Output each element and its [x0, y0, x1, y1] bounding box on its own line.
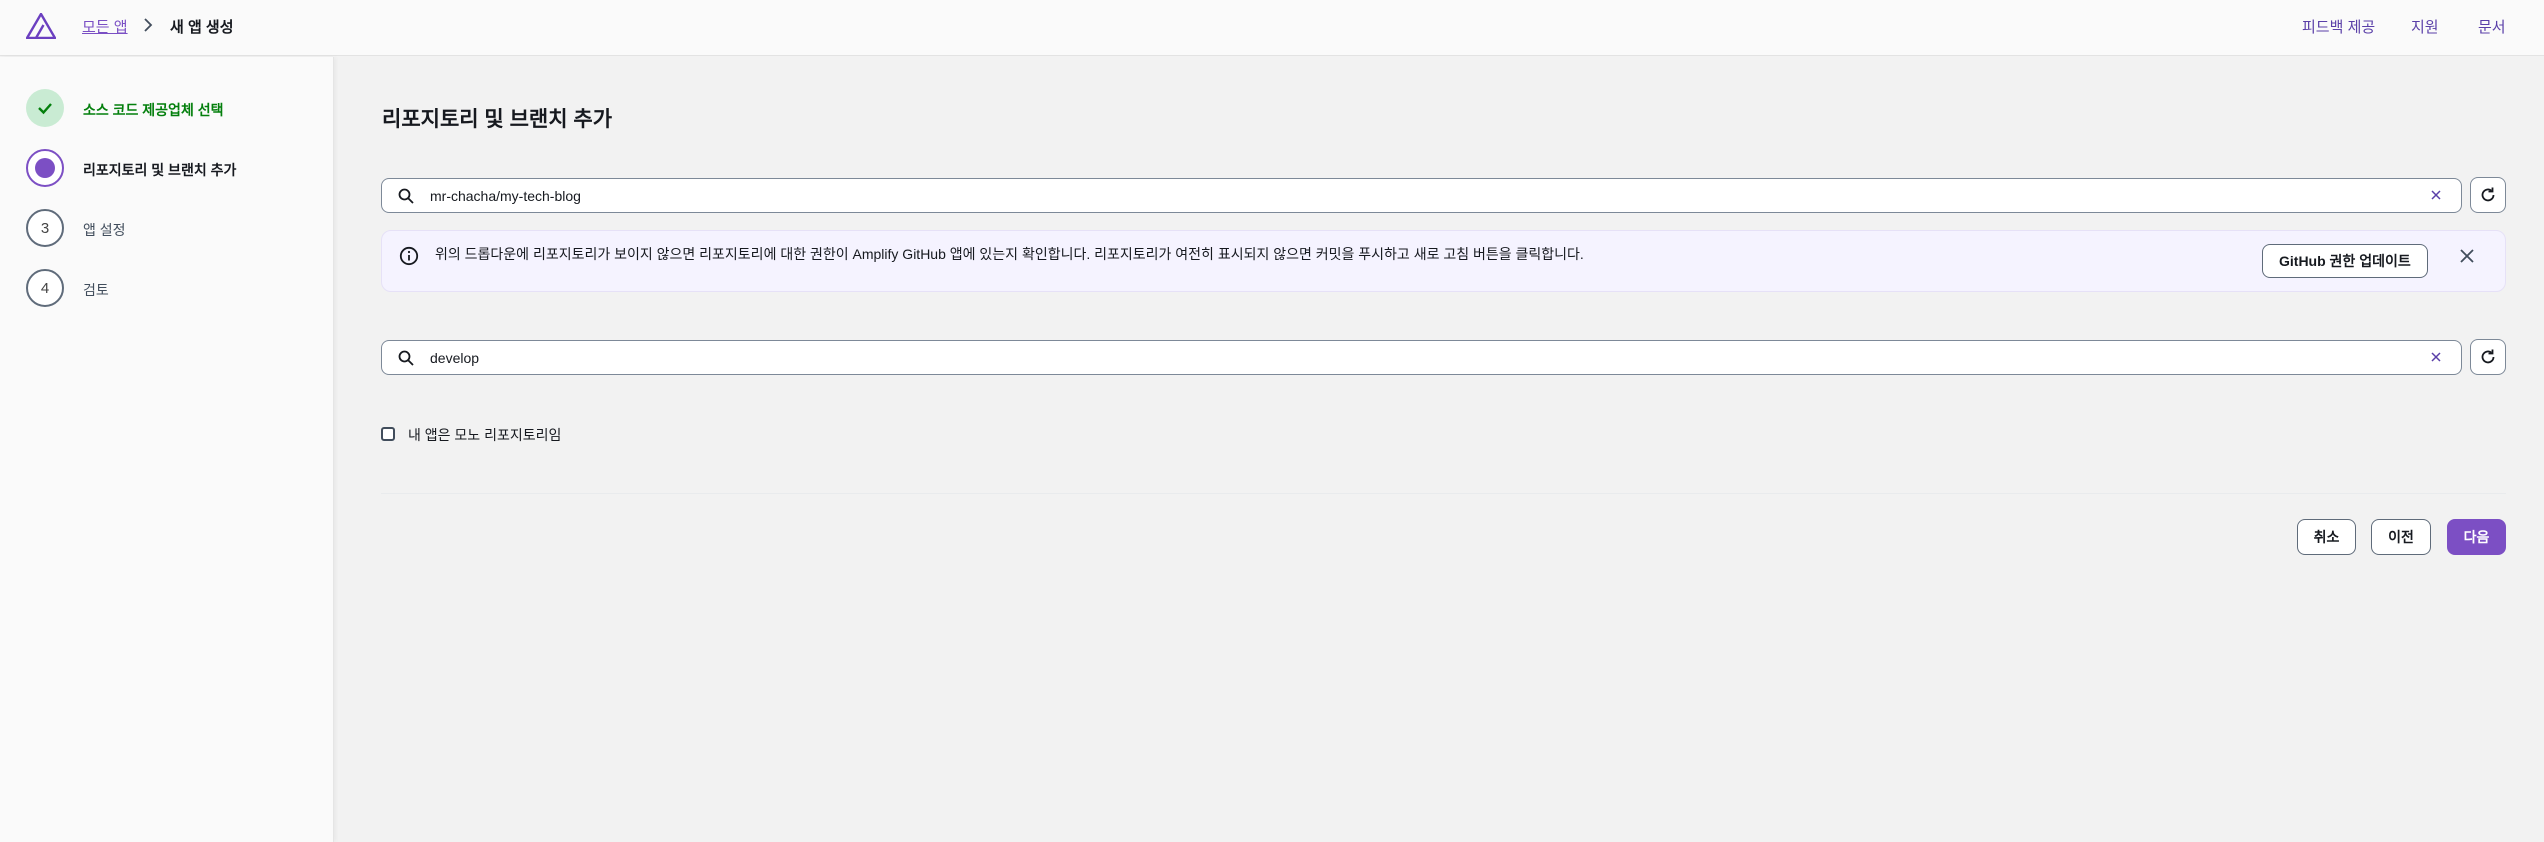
monorepo-checkbox[interactable] [381, 427, 395, 441]
feedback-link[interactable]: 피드백 제공 [2302, 16, 2375, 37]
next-button[interactable]: 다음 [2447, 519, 2506, 555]
step-label: 검토 [83, 282, 109, 298]
chevron-right-icon [144, 18, 153, 32]
breadcrumb-all-apps[interactable]: 모든 앱 [82, 16, 128, 37]
monorepo-checkbox-label[interactable]: 내 앱은 모노 리포지토리임 [408, 425, 561, 445]
step-repository-branch[interactable]: 리포지토리 및 브랜치 추가 [26, 149, 326, 189]
refresh-icon [2481, 187, 2495, 202]
previous-button[interactable]: 이전 [2371, 519, 2431, 555]
step-label: 리포지토리 및 브랜치 추가 [83, 162, 237, 178]
github-permission-alert: 위의 드롭다운에 리포지토리가 보이지 않으면 리포지토리에 대한 권한이 Am… [381, 230, 2506, 292]
step-label: 소스 코드 제공업체 선택 [83, 102, 224, 118]
branch-select[interactable]: develop [381, 340, 2462, 375]
support-link[interactable]: 지원 [2411, 16, 2439, 37]
update-github-permissions-button[interactable]: GitHub 권한 업데이트 [2262, 244, 2428, 278]
close-icon[interactable] [2429, 188, 2443, 202]
repository-value: mr-chacha/my-tech-blog [430, 188, 581, 204]
repository-select[interactable]: mr-chacha/my-tech-blog [381, 178, 2462, 213]
breadcrumb-current: 새 앱 생성 [170, 19, 234, 36]
branch-refresh-button[interactable] [2470, 339, 2506, 375]
step-label: 앱 설정 [83, 222, 126, 238]
close-icon[interactable] [2429, 350, 2443, 364]
branch-value: develop [430, 350, 480, 366]
step-status-circle [26, 149, 64, 187]
step-source-provider[interactable]: 소스 코드 제공업체 선택 [26, 89, 326, 129]
alert-message: 위의 드롭다운에 리포지토리가 보이지 않으면 리포지토리에 대한 권한이 Am… [435, 246, 1584, 262]
search-icon [398, 188, 414, 204]
refresh-icon [2481, 349, 2495, 364]
info-icon [399, 246, 419, 266]
active-step-dot [35, 158, 55, 178]
wizard-steps-sidebar: 소스 코드 제공업체 선택 리포지토리 및 브랜치 추가 3 앱 설정 4 검토 [0, 57, 334, 842]
footer-divider [381, 493, 2506, 494]
step-status-circle [26, 89, 64, 127]
cancel-button[interactable]: 취소 [2297, 519, 2356, 555]
step-app-settings[interactable]: 3 앱 설정 [26, 209, 326, 249]
step-number: 3 [26, 209, 64, 247]
amplify-logo-icon[interactable] [26, 13, 56, 39]
page-title: 리포지토리 및 브랜치 추가 [382, 108, 613, 131]
search-icon [398, 350, 414, 366]
close-icon[interactable] [2458, 247, 2476, 265]
docs-link[interactable]: 문서 [2478, 16, 2506, 37]
step-number: 4 [26, 269, 64, 307]
repository-refresh-button[interactable] [2470, 177, 2506, 213]
check-icon [38, 103, 52, 115]
step-review[interactable]: 4 검토 [26, 269, 326, 309]
top-navigation: 모든 앱 새 앱 생성 피드백 제공 지원 문서 [0, 0, 2544, 56]
